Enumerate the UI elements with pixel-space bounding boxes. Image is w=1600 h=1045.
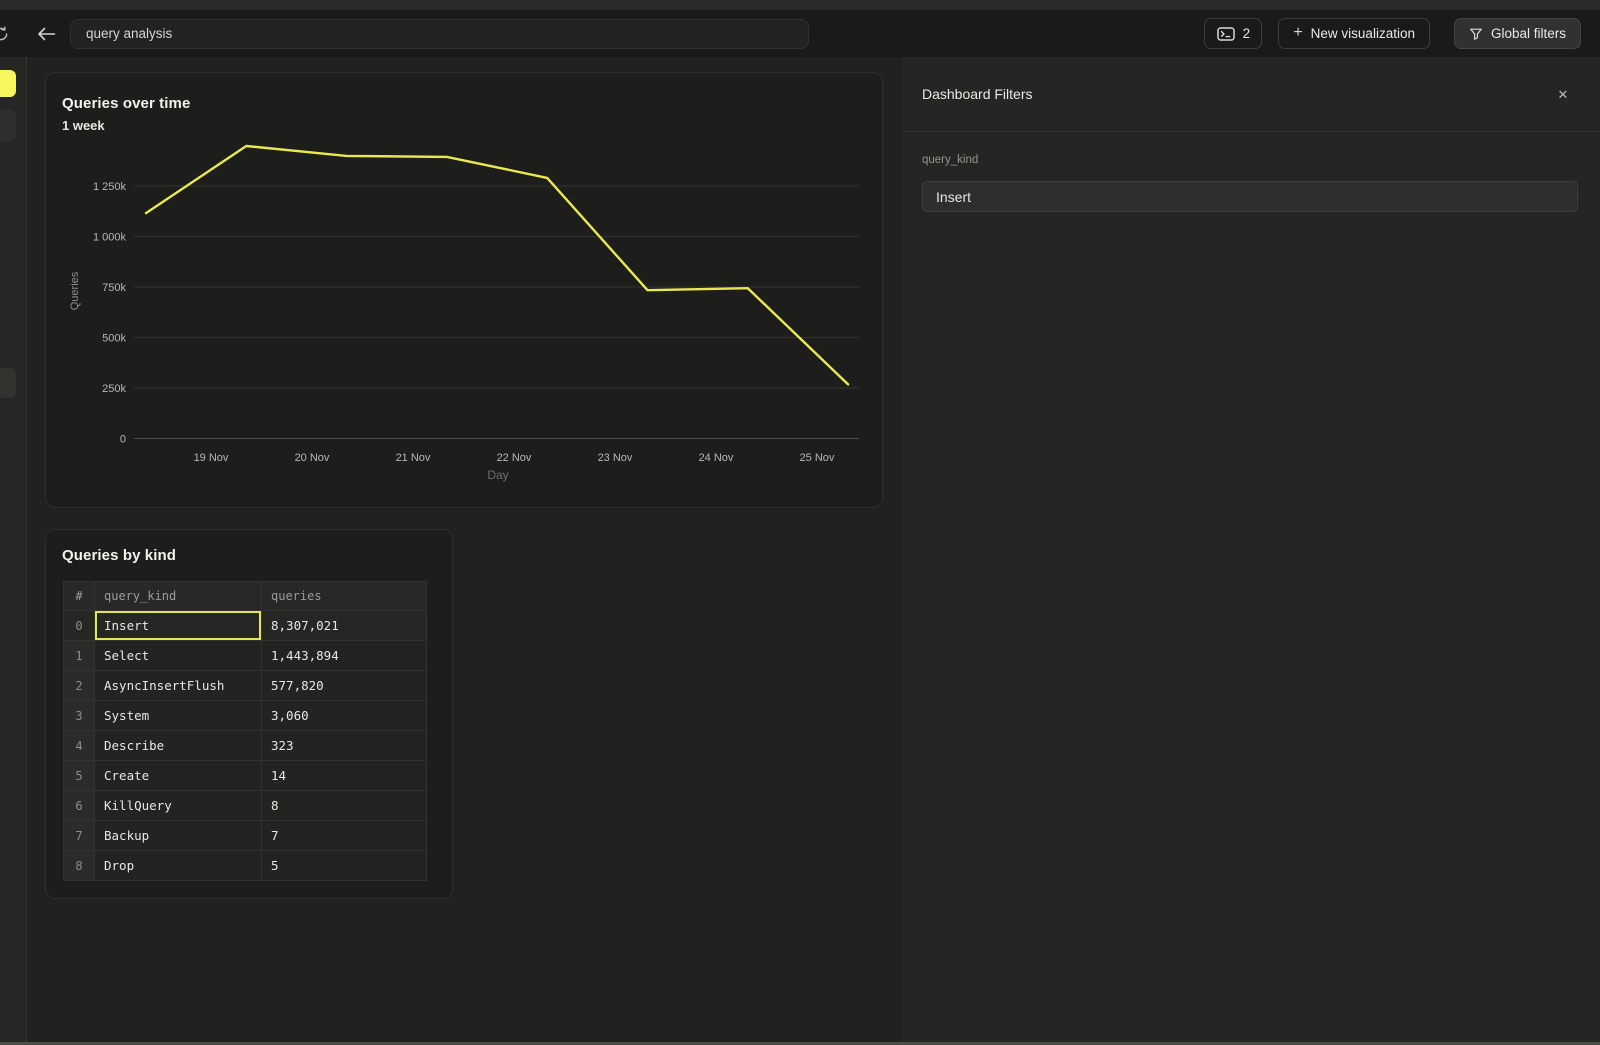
table-row: 6KillQuery8 [64,791,427,821]
query-kind-cell[interactable]: Backup [95,821,262,851]
queries-count-cell[interactable]: 7 [262,821,427,851]
svg-text:20 Nov: 20 Nov [295,452,330,464]
new-visualization-button[interactable]: + New visualization [1278,18,1430,49]
table-row: 8Drop5 [64,851,427,881]
table-header-row: #query_kindqueries [64,582,427,611]
svg-text:21 Nov: 21 Nov [396,452,431,464]
console-icon [1217,27,1235,41]
query-kind-cell[interactable]: KillQuery [95,791,262,821]
row-index-cell: 5 [64,761,95,791]
svg-text:250k: 250k [102,383,126,395]
table-row: 0Insert8,307,021 [64,611,427,641]
dashboard-app: 2 + New visualization Global filters Que… [0,0,1600,1045]
refresh-icon[interactable] [0,26,3,42]
svg-text:1 000k: 1 000k [93,232,127,244]
row-index-cell: 2 [64,671,95,701]
back-button[interactable] [34,22,58,46]
plus-icon: + [1293,24,1302,42]
queries-count-cell[interactable]: 14 [262,761,427,791]
queries-over-time-card: Queries over time 1 week 0250k500k750k1 … [45,72,883,508]
query-kind-cell[interactable]: Describe [95,731,262,761]
sidebar-item-3[interactable] [0,368,16,398]
topbar: 2 + New visualization Global filters [0,10,1600,57]
table-column-header: # [64,582,95,611]
query-kind-cell[interactable]: Select [95,641,262,671]
dashboard-filters-panel: Dashboard Filters ✕ query_kind [902,57,1600,1045]
query-kind-cell[interactable]: System [95,701,262,731]
queries-count-cell[interactable]: 3,060 [262,701,427,731]
table-column-header: query_kind [95,582,262,611]
queries-count-cell[interactable]: 5 [262,851,427,881]
svg-text:750k: 750k [102,282,126,294]
svg-text:24 Nov: 24 Nov [699,452,734,464]
content-row: Queries over time 1 week 0250k500k750k1 … [0,57,1600,1045]
svg-text:500k: 500k [102,333,126,345]
dashboard-canvas: Queries over time 1 week 0250k500k750k1 … [27,57,902,1045]
window-top-strip [0,0,1600,10]
row-index-cell: 7 [64,821,95,851]
query-kind-cell[interactable]: Drop [95,851,262,881]
queries-count-cell[interactable]: 8,307,021 [262,611,427,641]
table-row: 7Backup7 [64,821,427,851]
sidebar-item-2[interactable] [0,110,16,141]
arrow-left-icon [37,27,56,41]
query-kind-cell[interactable]: AsyncInsertFlush [95,671,262,701]
new-visualization-label: New visualization [1311,26,1415,41]
row-index-cell: 6 [64,791,95,821]
queries-count-cell[interactable]: 577,820 [262,671,427,701]
queries-by-kind-table: #query_kindqueries 0Insert8,307,0211Sele… [63,581,427,881]
line-chart: 0 250k 500k 750k 1 000k 1 250k 19 Nov 20 Nov 21 … [46,73,884,509]
table-row: 4Describe323 [64,731,427,761]
row-index-cell: 1 [64,641,95,671]
table-title: Queries by kind [62,547,176,564]
row-index-cell: 8 [64,851,95,881]
query-kind-cell[interactable]: Insert [95,611,262,641]
global-filters-label: Global filters [1491,26,1566,41]
table-row: 3System3,060 [64,701,427,731]
svg-text:1 250k: 1 250k [93,181,127,193]
row-index-cell: 4 [64,731,95,761]
row-index-cell: 3 [64,701,95,731]
query-kind-cell[interactable]: Create [95,761,262,791]
query-kind-filter-input[interactable] [922,181,1578,212]
close-icon[interactable]: ✕ [1552,86,1574,104]
svg-text:22 Nov: 22 Nov [497,452,532,464]
mini-sidebar [0,57,27,1045]
queries-count-cell[interactable]: 323 [262,731,427,761]
console-count: 2 [1243,26,1251,41]
queries-count-cell[interactable]: 1,443,894 [262,641,427,671]
table-row: 5Create14 [64,761,427,791]
global-filters-button[interactable]: Global filters [1454,18,1581,49]
svg-text:19 Nov: 19 Nov [194,452,229,464]
filter-field-label: query_kind [922,154,978,166]
svg-text:0: 0 [120,434,126,446]
table-row: 1Select1,443,894 [64,641,427,671]
dashboard-title-input[interactable] [70,19,809,49]
table-column-header: queries [262,582,427,611]
svg-text:Day: Day [487,468,508,482]
queries-count-cell[interactable]: 8 [262,791,427,821]
sql-console-button[interactable]: 2 [1204,18,1262,49]
filter-funnel-icon [1469,27,1483,41]
table-row: 2AsyncInsertFlush577,820 [64,671,427,701]
sidebar-item-active[interactable] [0,70,16,97]
panel-divider [902,131,1600,132]
filters-panel-title: Dashboard Filters [922,86,1033,102]
row-index-cell: 0 [64,611,95,641]
svg-text:25 Nov: 25 Nov [800,452,835,464]
queries-by-kind-card: Queries by kind #query_kindqueries 0Inse… [45,529,453,899]
svg-text:Queries: Queries [69,271,81,310]
svg-text:23 Nov: 23 Nov [598,452,633,464]
